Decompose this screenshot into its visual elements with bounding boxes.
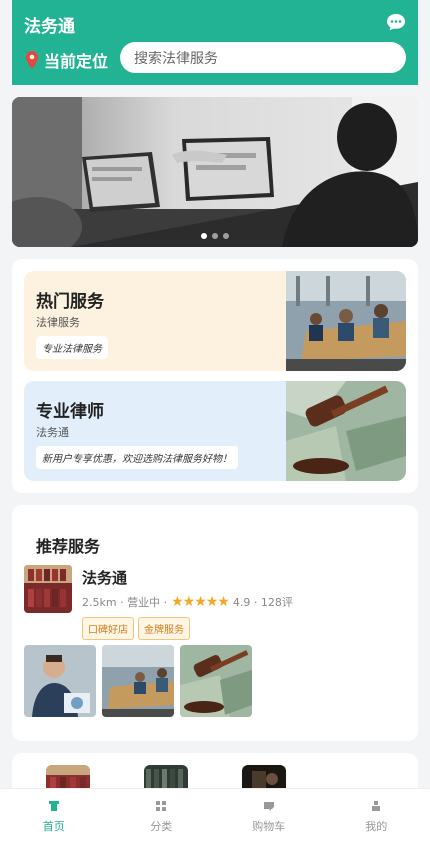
section-title: 推荐服务	[36, 537, 101, 556]
shop-photo[interactable]	[24, 645, 96, 717]
shop-thumbnail[interactable]	[24, 565, 72, 613]
chat-icon[interactable]	[386, 12, 406, 32]
office-photo	[286, 271, 406, 371]
promo-subtitle: 法务通	[36, 426, 69, 439]
carousel-dot[interactable]	[223, 233, 229, 239]
tab-home[interactable]: 首页	[0, 789, 108, 844]
promo-tag: 新用户专享优惠，欢迎选购法律服务好物！	[36, 446, 238, 469]
tab-label: 购物车	[252, 819, 286, 833]
grid-icon	[156, 800, 167, 811]
location-label: 当前定位	[44, 52, 109, 71]
recommend-section: 推荐服务 法务通 2.5km · 营业中 · ★★★★★ 4.9 · 128评 …	[12, 505, 418, 741]
tab-category[interactable]: 分类	[108, 789, 216, 844]
business-status: 营业中	[127, 596, 161, 609]
shop-photo[interactable]	[180, 645, 252, 717]
shop-photo[interactable]	[102, 645, 174, 717]
location-pin-icon	[26, 51, 38, 69]
shop-tags: 口碑好店 金牌服务	[82, 617, 190, 640]
user-icon	[372, 800, 381, 811]
promo-title: 专业律师	[36, 402, 104, 422]
service-card: 热门服务 法律服务 专业法律服务 专业律师 法务通 新用户专享优惠，欢迎选购法律…	[12, 259, 418, 493]
shop-photos	[24, 645, 252, 717]
home-icon	[48, 800, 59, 811]
distance: 2.5km	[82, 595, 117, 609]
tab-label: 我的	[365, 819, 388, 833]
cart-icon	[263, 801, 274, 811]
shop-tag: 金牌服务	[138, 617, 190, 640]
tab-profile[interactable]: 我的	[323, 789, 430, 844]
promo-subtitle: 法律服务	[36, 316, 80, 329]
promo-title: 热门服务	[36, 292, 104, 312]
search-placeholder: 搜索法律服务	[134, 50, 218, 67]
banner-image	[12, 97, 418, 247]
gavel-photo	[286, 381, 406, 481]
tab-cart[interactable]: 购物车	[215, 789, 323, 844]
location-selector[interactable]: 当前定位	[24, 48, 108, 72]
shop-name[interactable]: 法务通	[82, 567, 127, 588]
shop-meta: 2.5km · 营业中 · ★★★★★ 4.9 · 128评	[82, 594, 293, 610]
carousel-indicator	[12, 233, 418, 239]
promo-tag: 专业法律服务	[36, 336, 108, 359]
rating-value: 4.9	[232, 595, 251, 609]
tab-label: 分类	[150, 819, 173, 833]
search-input[interactable]: 搜索法律服务	[120, 42, 406, 73]
tab-label: 首页	[42, 819, 65, 833]
app-header: 法务通 当前定位 搜索法律服务	[12, 0, 418, 85]
app-title: 法务通	[24, 17, 75, 37]
promo-hot-services[interactable]: 热门服务 法律服务 专业法律服务	[24, 271, 406, 371]
rating-stars: ★★★★★	[171, 594, 230, 610]
promo-pro-lawyers[interactable]: 专业律师 法务通 新用户专享优惠，欢迎选购法律服务好物！	[24, 381, 406, 481]
shop-tag: 口碑好店	[82, 617, 134, 640]
banner-carousel[interactable]	[12, 97, 418, 247]
review-count: 128评	[260, 596, 293, 609]
carousel-dot[interactable]	[201, 233, 207, 239]
bottom-tab-bar: 首页 分类 购物车 我的	[0, 788, 430, 844]
carousel-dot[interactable]	[212, 233, 218, 239]
